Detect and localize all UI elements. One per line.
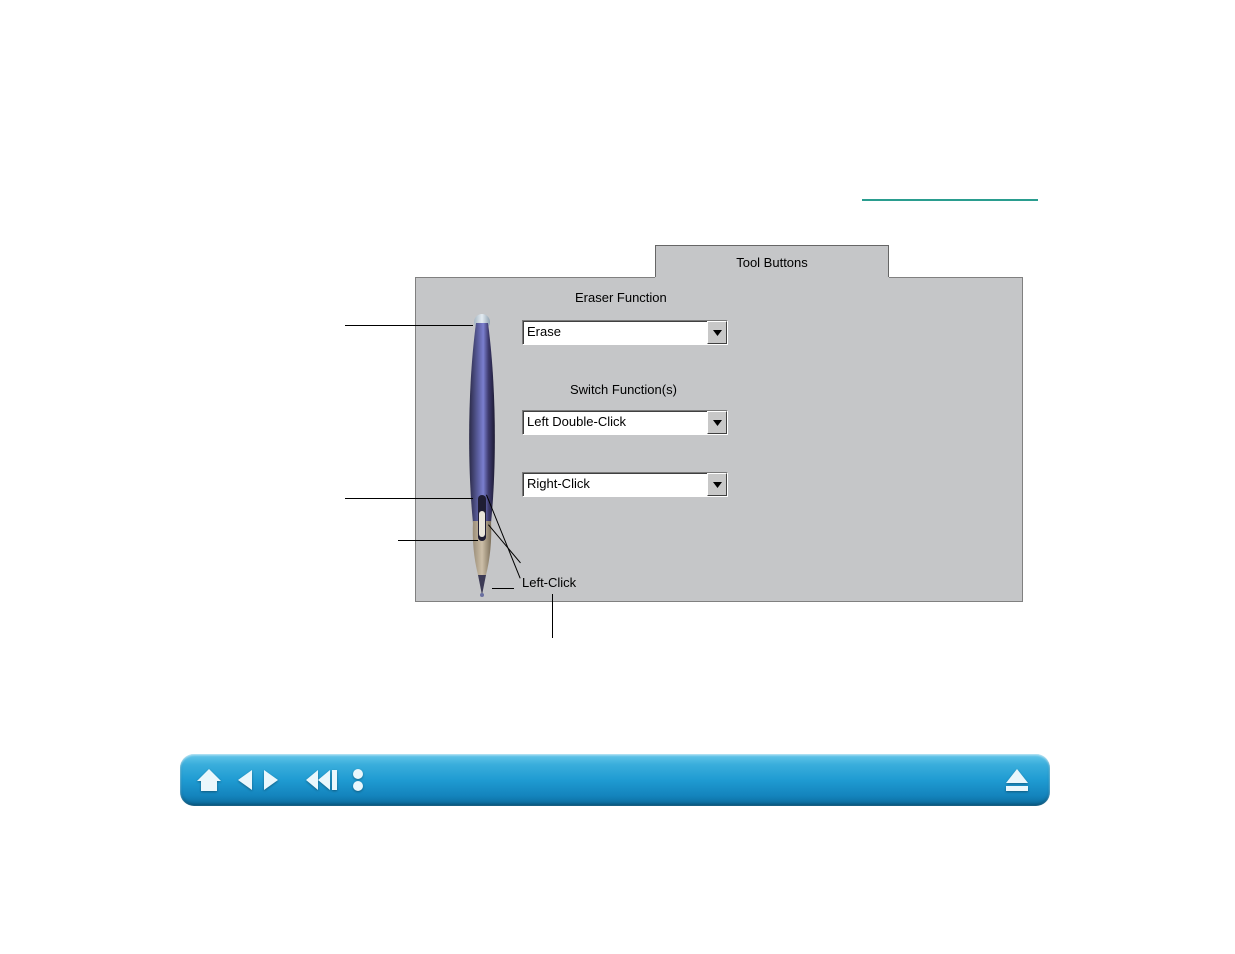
eraser-function-value: Erase [523, 321, 707, 344]
previous-page-icon[interactable] [232, 763, 258, 797]
eraser-function-label: Eraser Function [575, 290, 667, 305]
pen-tip-function-label: Left-Click [522, 575, 576, 590]
callout-leader [492, 588, 514, 589]
pen-illustration [462, 313, 502, 598]
viewer-navbar [180, 754, 1050, 806]
first-page-icon[interactable] [298, 763, 342, 797]
upper-switch-value: Left Double-Click [523, 411, 707, 434]
lower-switch-value: Right-Click [523, 473, 707, 496]
callout-leader [345, 498, 473, 499]
home-icon[interactable] [192, 763, 226, 797]
section-divider [862, 199, 1038, 201]
chevron-down-icon [707, 473, 727, 496]
switch-functions-label: Switch Function(s) [570, 382, 677, 397]
lower-switch-function-dropdown[interactable]: Right-Click [522, 472, 728, 497]
menu-dots-icon[interactable] [348, 763, 368, 797]
upper-switch-function-dropdown[interactable]: Left Double-Click [522, 410, 728, 435]
eraser-function-dropdown[interactable]: Erase [522, 320, 728, 345]
chevron-down-icon [707, 411, 727, 434]
callout-leader [552, 594, 553, 638]
eject-icon[interactable] [1000, 763, 1034, 797]
callout-leader [345, 325, 473, 326]
tab-tool-buttons[interactable]: Tool Buttons [655, 245, 889, 278]
callout-leader [398, 540, 478, 541]
next-page-icon[interactable] [258, 763, 284, 797]
active-tab-mask [655, 277, 889, 279]
tab-tool-buttons-label: Tool Buttons [736, 255, 808, 270]
chevron-down-icon [707, 321, 727, 344]
